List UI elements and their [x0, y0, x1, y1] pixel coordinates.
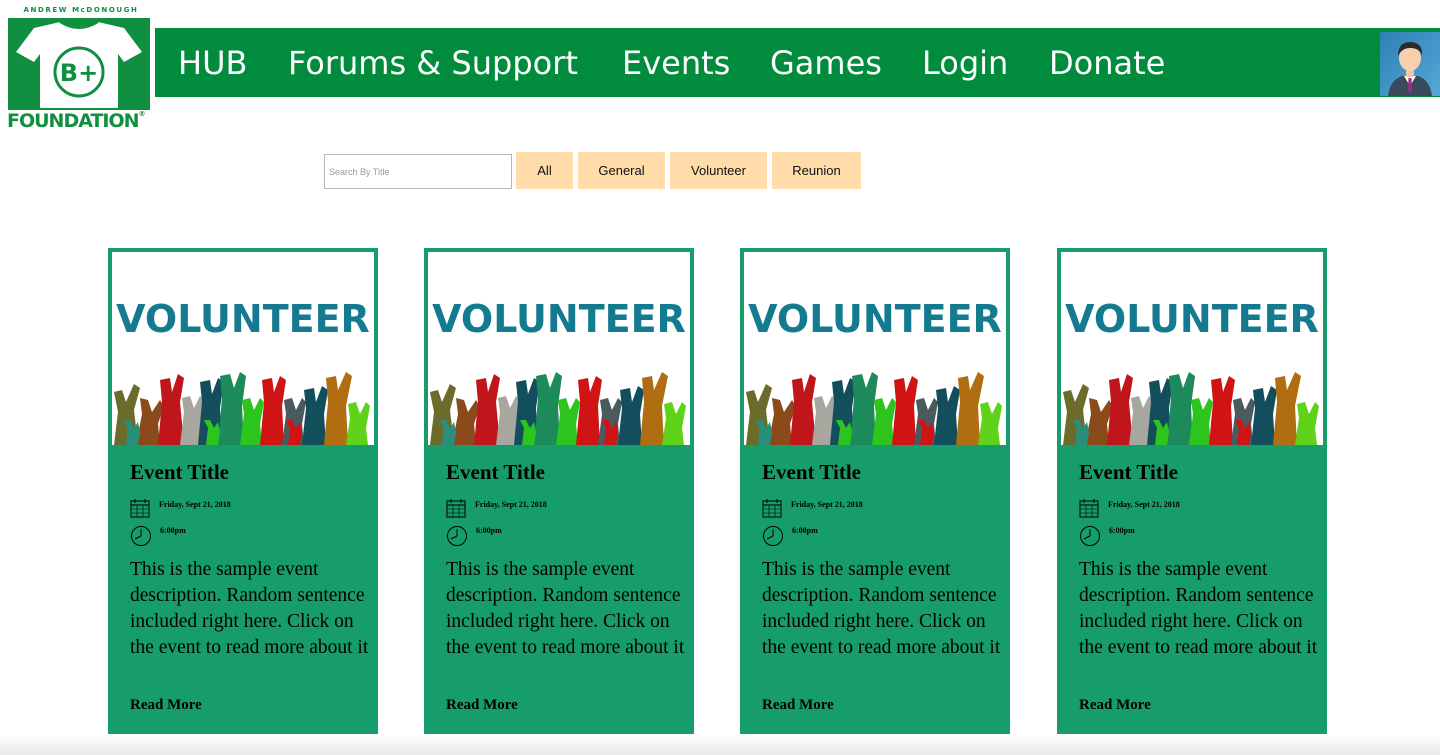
- search-input[interactable]: [324, 154, 512, 189]
- event-card[interactable]: VOLUNTEER Event Title Friday, Sept 21, 2…: [108, 248, 378, 734]
- nav-login[interactable]: Login: [922, 44, 1008, 82]
- nav-donate[interactable]: Donate: [1049, 44, 1165, 82]
- event-date: Friday, Sept 21, 2018: [791, 500, 863, 509]
- event-title: Event Title: [446, 460, 545, 484]
- calendar-icon: [130, 499, 150, 518]
- read-more-link[interactable]: Read More: [762, 697, 834, 714]
- event-time: 6:00pm: [792, 526, 818, 535]
- event-title: Event Title: [1079, 460, 1178, 484]
- event-time: 6:00pm: [160, 526, 186, 535]
- event-description: This is the sample event description. Ra…: [1079, 559, 1318, 658]
- calendar-icon: [762, 499, 782, 518]
- event-description: This is the sample event description. Ra…: [762, 559, 1001, 658]
- event-card[interactable]: VOLUNTEER Event Title Friday, Sept 21, 2…: [1057, 248, 1327, 734]
- page-bottom-edge: [0, 735, 1440, 755]
- volunteer-image-text: VOLUNTEER: [1065, 297, 1319, 341]
- read-more-link[interactable]: Read More: [446, 697, 518, 714]
- event-time: 6:00pm: [476, 526, 502, 535]
- main-nav: HUB Forums & Support Events Games Login …: [155, 28, 1440, 97]
- nav-games[interactable]: Games: [770, 44, 882, 82]
- volunteer-image-text: VOLUNTEER: [432, 297, 686, 341]
- clock-icon: [131, 526, 151, 546]
- clock-icon: [763, 526, 783, 546]
- event-card[interactable]: VOLUNTEER Event Title Friday, Sept 21, 2…: [740, 248, 1010, 734]
- event-title: Event Title: [130, 460, 229, 484]
- filter-volunteer-button[interactable]: Volunteer: [670, 152, 767, 189]
- volunteer-image-text: VOLUNTEER: [748, 297, 1002, 341]
- calendar-icon: [446, 499, 466, 518]
- volunteer-image: VOLUNTEER: [112, 252, 374, 445]
- filter-general-button[interactable]: General: [578, 152, 665, 189]
- raised-hands-icon: [114, 372, 370, 445]
- raised-hands-icon: [1063, 372, 1319, 445]
- event-date: Friday, Sept 21, 2018: [159, 500, 231, 509]
- filter-reunion-button[interactable]: Reunion: [772, 152, 861, 189]
- nav-hub[interactable]: HUB: [178, 44, 247, 82]
- clock-icon: [1080, 526, 1100, 546]
- volunteer-image: VOLUNTEER: [1061, 252, 1323, 445]
- event-description: This is the sample event description. Ra…: [446, 559, 685, 658]
- raised-hands-icon: [746, 372, 1002, 445]
- event-description: This is the sample event description. Ra…: [130, 559, 369, 658]
- nav-events[interactable]: Events: [622, 44, 730, 82]
- event-time: 6:00pm: [1109, 526, 1135, 535]
- logo-top-text: ANDREW McDONOUGH: [23, 6, 139, 14]
- read-more-link[interactable]: Read More: [130, 697, 202, 714]
- volunteer-image: VOLUNTEER: [428, 252, 690, 445]
- event-date: Friday, Sept 21, 2018: [1108, 500, 1180, 509]
- nav-forums-support[interactable]: Forums & Support: [288, 44, 578, 82]
- read-more-link[interactable]: Read More: [1079, 697, 1151, 714]
- logo-bottom-text: FOUNDATION®: [7, 110, 146, 132]
- event-title: Event Title: [762, 460, 861, 484]
- logo-shirt-text: B+: [60, 59, 98, 87]
- filter-all-button[interactable]: All: [516, 152, 573, 189]
- volunteer-image-text: VOLUNTEER: [116, 297, 370, 341]
- event-card[interactable]: VOLUNTEER Event Title Friday, Sept 21, 2…: [424, 248, 694, 734]
- calendar-icon: [1079, 499, 1099, 518]
- foundation-logo[interactable]: ANDREW McDONOUGH B+ FOUNDATION®: [6, 6, 154, 134]
- tshirt-logo-icon: B+: [8, 18, 150, 110]
- raised-hands-icon: [430, 372, 686, 445]
- clock-icon: [447, 526, 467, 546]
- volunteer-image: VOLUNTEER: [744, 252, 1006, 445]
- user-avatar-icon[interactable]: [1380, 32, 1440, 96]
- event-date: Friday, Sept 21, 2018: [475, 500, 547, 509]
